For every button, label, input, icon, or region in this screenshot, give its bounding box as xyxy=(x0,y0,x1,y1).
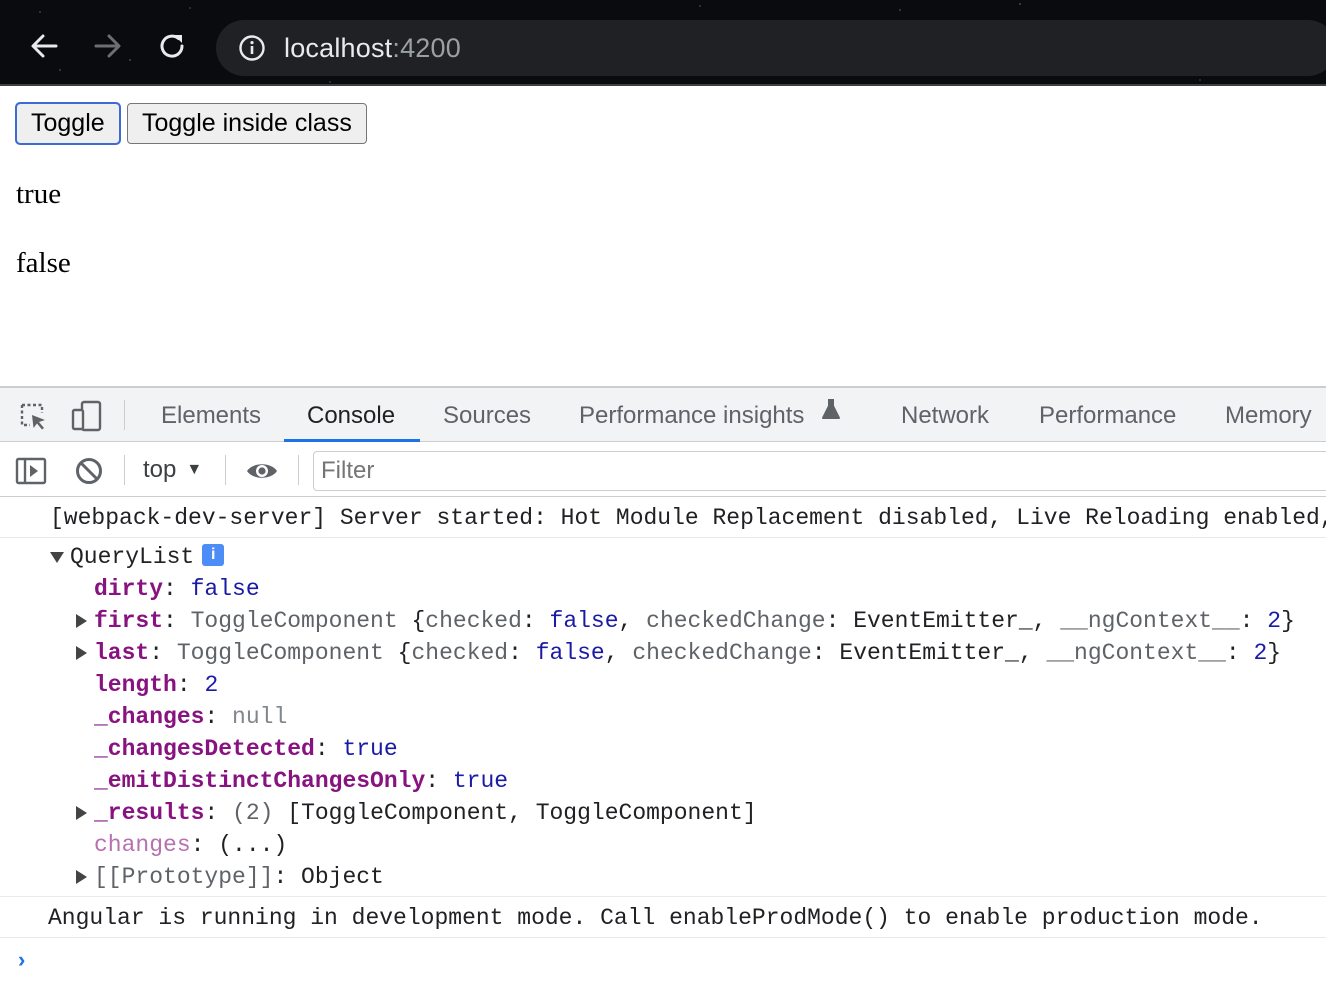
devtools-panel: Elements Console Sources Performance ins… xyxy=(0,386,1326,992)
preview-value: false xyxy=(549,608,619,634)
console-filter-bar: top ▼ xyxy=(0,443,1326,497)
console-message-angular: Angular is running in development mode. … xyxy=(0,898,1326,938)
back-arrow-icon[interactable] xyxy=(26,28,62,64)
preview-value: false xyxy=(535,640,605,666)
property-value: 2 xyxy=(204,672,219,698)
chevron-down-icon: ▼ xyxy=(186,461,203,478)
context-selector[interactable]: top ▼ xyxy=(143,454,202,489)
value-text-2: false xyxy=(16,247,71,279)
preview-value: EventEmitter_ xyxy=(839,640,1019,666)
url-port: :4200 xyxy=(392,32,461,63)
property-key: [[Prototype]] xyxy=(94,864,274,890)
property-first[interactable]: first: ToggleComponent {checked: false, … xyxy=(0,605,1326,637)
filter-separator-3 xyxy=(298,455,299,485)
tab-performance[interactable]: Performance xyxy=(1039,388,1176,442)
page-content: Toggle Toggle inside class true false xyxy=(0,86,1326,386)
property-value: false xyxy=(190,576,260,602)
url-host: localhost xyxy=(284,32,393,63)
preview-value: 2 xyxy=(1267,608,1282,634)
preview-key: __ngContext__ xyxy=(1060,608,1240,634)
property-key: _changesDetected xyxy=(94,736,315,762)
preview-key: checked xyxy=(411,640,509,666)
property-length: length: 2 xyxy=(94,672,219,698)
collapsed-triangle-icon[interactable] xyxy=(76,870,87,884)
class-name: ToggleComponent xyxy=(176,640,384,666)
tab-memory[interactable]: Memory xyxy=(1225,388,1312,442)
property-key: changes xyxy=(94,832,191,858)
collapsed-triangle-icon[interactable] xyxy=(76,806,87,820)
info-icon[interactable]: i xyxy=(202,543,225,566)
active-tab-indicator xyxy=(284,439,420,442)
expanded-triangle-icon[interactable] xyxy=(50,552,64,563)
device-toolbar-icon[interactable] xyxy=(70,400,104,432)
browser-toolbar: localhost:4200 xyxy=(0,0,1326,86)
tab-performance-insights[interactable]: Performance insights xyxy=(579,388,841,442)
forward-arrow-icon[interactable] xyxy=(90,28,126,64)
sidebar-toggle-icon[interactable] xyxy=(14,455,48,487)
devtools-tab-bar: Elements Console Sources Performance ins… xyxy=(0,388,1326,442)
filter-separator xyxy=(124,455,125,485)
toggle-button[interactable]: Toggle xyxy=(15,102,121,145)
tab-console[interactable]: Console xyxy=(307,388,395,442)
property-key: _changes xyxy=(94,704,205,730)
reload-icon[interactable] xyxy=(154,28,190,64)
console-prompt-icon[interactable]: › xyxy=(18,947,25,973)
class-name: ToggleComponent xyxy=(190,608,398,634)
property-value: null xyxy=(232,704,288,730)
preview-key: checkedChange xyxy=(632,640,812,666)
property-key: last xyxy=(94,640,150,666)
property-key: length xyxy=(94,672,177,698)
console-output: [webpack-dev-server] Server started: Hot… xyxy=(0,498,1326,992)
property-key: first xyxy=(94,608,164,634)
preview-key: checked xyxy=(425,608,522,634)
array-count: (2) xyxy=(232,800,274,826)
collapsed-triangle-icon[interactable] xyxy=(76,646,87,660)
property-dirty: dirty: false xyxy=(94,576,260,602)
property-changes: _changes: null xyxy=(94,704,288,730)
address-bar[interactable]: localhost:4200 xyxy=(216,20,1326,76)
inspect-element-icon[interactable] xyxy=(16,400,50,432)
preview-value: EventEmitter_ xyxy=(853,608,1033,634)
info-icon[interactable] xyxy=(238,34,266,62)
tab-elements[interactable]: Elements xyxy=(161,388,261,442)
preview-key: __ngContext__ xyxy=(1046,640,1226,666)
tab-sources[interactable]: Sources xyxy=(443,388,531,442)
property-value: Object xyxy=(301,864,384,890)
preview-key: checkedChange xyxy=(646,608,826,634)
clear-console-icon[interactable] xyxy=(72,455,106,487)
tab-performance-insights-label: Performance insights xyxy=(579,402,805,429)
property-results[interactable]: _results: (2) [ToggleComponent, ToggleCo… xyxy=(0,797,1326,829)
console-message-webpack: [webpack-dev-server] Server started: Hot… xyxy=(0,498,1326,538)
property-value: true xyxy=(342,736,398,762)
live-expression-eye-icon[interactable] xyxy=(243,455,281,487)
property-key: _emitDistinctChangesOnly xyxy=(94,768,426,794)
tab-network[interactable]: Network xyxy=(901,388,989,442)
tab-separator xyxy=(124,400,125,430)
property-value: [ToggleComponent, ToggleComponent] xyxy=(287,800,757,826)
property-last[interactable]: last: ToggleComponent {checked: false, c… xyxy=(0,637,1326,669)
experiment-flask-icon xyxy=(821,385,841,441)
property-value[interactable]: (...) xyxy=(218,832,287,858)
property-changes-detected: _changesDetected: true xyxy=(94,736,398,762)
object-name: QueryList xyxy=(70,544,195,570)
url-text: localhost:4200 xyxy=(284,33,461,64)
context-selector-label: top xyxy=(143,456,177,483)
property-value: true xyxy=(452,768,509,794)
preview-value: 2 xyxy=(1253,640,1268,666)
filter-separator-2 xyxy=(225,455,226,485)
collapsed-triangle-icon[interactable] xyxy=(76,614,87,628)
toggle-inside-class-button[interactable]: Toggle inside class xyxy=(127,103,367,144)
property-prototype[interactable]: [[Prototype]]: Object xyxy=(0,861,1326,897)
property-emit-distinct: _emitDistinctChangesOnly: true xyxy=(94,768,509,794)
property-changes-getter[interactable]: changes: (...) xyxy=(0,829,1326,861)
value-text-1: true xyxy=(16,178,62,210)
querylist-header[interactable]: QueryList i xyxy=(0,541,1326,573)
property-key: dirty xyxy=(94,576,164,602)
property-key: _results xyxy=(94,800,205,826)
console-filter-input[interactable] xyxy=(313,451,1326,491)
